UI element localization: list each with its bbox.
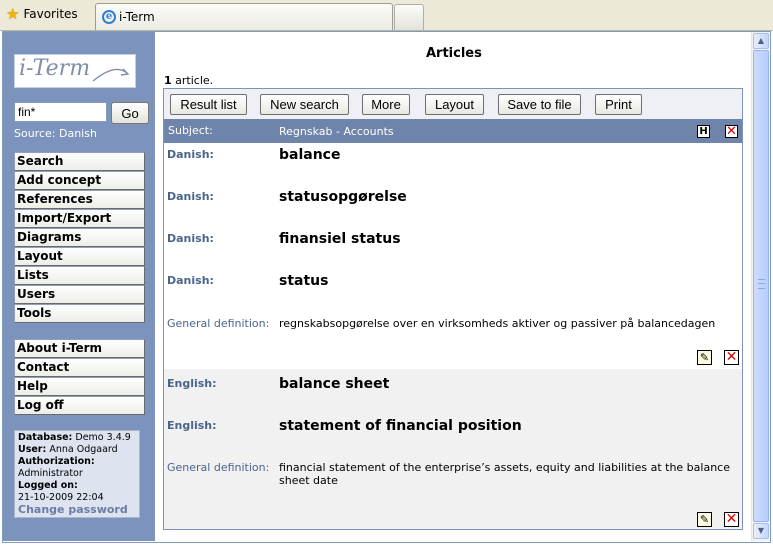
user-label: User: [18, 444, 47, 455]
nav-import-export[interactable]: Import/Export [14, 209, 145, 228]
definition-english: financial statement of the enterprise’s … [279, 461, 730, 487]
lang-label-danish: Danish: [167, 274, 214, 287]
nav-add-concept[interactable]: Add concept [14, 171, 145, 190]
authorization-label: Authorization: [18, 456, 95, 467]
definition-label-danish: General definition: [167, 317, 270, 330]
pencil-icon[interactable]: ✎ [697, 350, 712, 365]
definition-label-english: General definition: [167, 461, 270, 474]
page-title: Articles [426, 46, 482, 61]
lang-label-english: English: [167, 377, 217, 390]
nav-about[interactable]: About i-Term [14, 339, 145, 358]
new-tab-button[interactable] [394, 4, 424, 30]
tab-title: i-Term [119, 10, 155, 24]
nav-references[interactable]: References [14, 190, 145, 209]
database-value: Demo 3.4.9 [75, 432, 131, 443]
scroll-up-arrow-icon[interactable]: ▲ [753, 33, 769, 49]
favorites-label: Favorites [23, 7, 78, 21]
article-toolbar: Result list New search More Layout Save … [164, 89, 742, 119]
term-english-2: statement of financial position [279, 418, 522, 434]
sidebar: i-Term Go Source: Danish Search Add conc… [3, 32, 155, 541]
subject-label: Subject: [168, 124, 213, 137]
result-count: 1 article. [164, 74, 213, 87]
subject-bar: Subject: Regnskab - Accounts H ✕ [164, 119, 742, 143]
lang-label-danish: Danish: [167, 148, 214, 161]
definition-danish: regnskabsopgørelse over en virksomheds a… [279, 317, 716, 330]
term-english-1: balance sheet [279, 376, 390, 392]
pencil-icon[interactable]: ✎ [697, 512, 712, 527]
lang-label-danish: Danish: [167, 232, 214, 245]
nav-search[interactable]: Search [14, 152, 145, 171]
lang-label-english: English: [167, 419, 217, 432]
layout-button[interactable]: Layout [425, 94, 484, 115]
term-danish-3: finansiel status [279, 231, 401, 247]
term-danish-4: status [279, 273, 329, 289]
nav-users[interactable]: Users [14, 285, 145, 304]
danish-terms-section: Danish: balance Danish: statusopgørelse … [164, 143, 742, 369]
article-panel: Result list New search More Layout Save … [163, 88, 743, 530]
nav-tools[interactable]: Tools [14, 304, 145, 323]
count-suffix: article. [175, 74, 214, 87]
favorites-button[interactable]: ★ Favorites [6, 5, 78, 23]
grip-icon [758, 279, 765, 289]
english-terms-section: English: balance sheet English: statemen… [164, 369, 742, 529]
nav-contact[interactable]: Contact [14, 358, 145, 377]
star-icon: ★ [6, 5, 20, 23]
vertical-scrollbar[interactable]: ▲ ▼ [751, 32, 770, 541]
lang-label-danish: Danish: [167, 190, 214, 203]
result-list-button[interactable]: Result list [170, 94, 247, 115]
nav-diagrams[interactable]: Diagrams [14, 228, 145, 247]
browser-tab-bar: ★ Favorites e i-Term [0, 0, 773, 31]
go-button[interactable]: Go [111, 102, 149, 124]
authorization-value: Administrator [18, 468, 83, 479]
browser-tab-iterm[interactable]: e i-Term [95, 3, 393, 30]
logo-arrow-icon [92, 68, 130, 82]
database-label: Database: [18, 432, 73, 443]
user-value: Anna Odgaard [49, 444, 118, 455]
more-button[interactable]: More [362, 94, 410, 115]
term-danish-2: statusopgørelse [279, 189, 407, 205]
nav-layout[interactable]: Layout [14, 247, 145, 266]
subject-value: Regnskab - Accounts [279, 125, 394, 138]
logged-on-label: Logged on: [18, 480, 78, 491]
search-input[interactable] [14, 102, 107, 122]
nav-help[interactable]: Help [14, 377, 145, 396]
term-danish-1: balance [279, 147, 341, 163]
delete-x-icon[interactable]: ✕ [724, 350, 739, 365]
count-number: 1 [164, 74, 172, 87]
nav-log-off[interactable]: Log off [14, 396, 145, 415]
source-label: Source: Danish [14, 127, 97, 140]
nav-lists[interactable]: Lists [14, 266, 145, 285]
delete-x-icon[interactable]: ✕ [724, 512, 739, 527]
h-icon[interactable]: H [697, 125, 710, 138]
new-search-button[interactable]: New search [260, 94, 349, 115]
delete-subject-icon[interactable]: ✕ [725, 125, 738, 138]
scroll-down-arrow-icon[interactable]: ▼ [753, 523, 769, 539]
ie-icon: e [102, 10, 116, 24]
iterm-logo: i-Term [14, 54, 136, 88]
save-to-file-button[interactable]: Save to file [498, 94, 581, 115]
change-password-link[interactable]: Change password [18, 504, 136, 516]
print-button[interactable]: Print [595, 94, 642, 115]
scrollbar-thumb[interactable] [753, 50, 769, 522]
session-info-box: Database: Demo 3.4.9 User: Anna Odgaard … [14, 430, 140, 518]
